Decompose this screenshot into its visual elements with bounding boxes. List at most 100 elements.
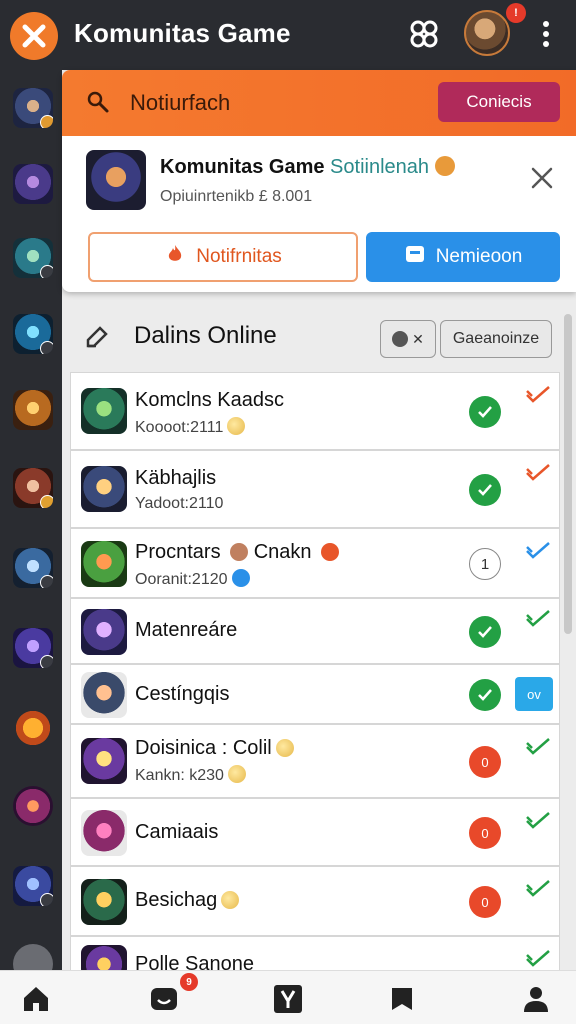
check-icon[interactable]: [525, 539, 551, 565]
connect-button[interactable]: Coniecis: [438, 82, 560, 122]
avatar-badge: !: [506, 3, 526, 23]
app-title: Komunitas Game: [74, 18, 291, 48]
offline-status-badge: 0: [469, 817, 501, 849]
user-icon: [392, 331, 409, 347]
list-item[interactable]: Komclns Kaadsc Koooot:2111: [70, 372, 560, 450]
medal-icon: [434, 156, 455, 176]
coin-icon: [227, 417, 246, 435]
offline-status-badge: 0: [469, 746, 501, 778]
notification-card-subtitle: Opiuinrtenikb £ 8.001: [160, 188, 313, 205]
row-sub: Ooranit:2120: [135, 569, 250, 589]
check-icon[interactable]: [525, 383, 551, 409]
verified-icon: [231, 569, 250, 587]
game-rail: [0, 70, 62, 984]
member-button[interactable]: Nemieoon: [366, 232, 560, 282]
row-name: Cestíngqis: [135, 683, 230, 705]
check-icon[interactable]: [525, 461, 551, 487]
scrollbar[interactable]: [564, 314, 572, 634]
rail-game-10[interactable]: [13, 786, 53, 826]
avatar[interactable]: [464, 10, 510, 56]
row-name: Procntars Cnakn: [135, 541, 340, 564]
game-icon[interactable]: [270, 981, 306, 1017]
app-root: Komunitas Game ! Notiurfach Coniecis Kom…: [0, 0, 576, 1024]
game-thumbnail: [81, 609, 127, 655]
game-thumbnail: [81, 541, 127, 587]
notifications-button[interactable]: Notifrnitas: [88, 232, 358, 282]
rail-game-9[interactable]: [13, 708, 53, 748]
rail-game-4[interactable]: [13, 314, 53, 354]
list-item[interactable]: Procntars Cnakn Ooranit:2120 1: [70, 528, 560, 598]
check-icon[interactable]: [525, 607, 551, 633]
close-icon[interactable]: [528, 164, 556, 192]
flame-icon: [164, 243, 186, 271]
list-item[interactable]: Doisinica : Colil Kankn: k230 0: [70, 724, 560, 798]
bottom-nav: 9: [0, 970, 576, 1024]
game-thumbnail: [81, 879, 127, 925]
toggle-button[interactable]: ✕: [380, 320, 436, 358]
notification-panel: Notiurfach Coniecis Komunitas Game Sotii…: [62, 70, 576, 292]
rail-game-11[interactable]: [13, 866, 53, 906]
check-icon[interactable]: [525, 809, 551, 835]
game-thumbnail: [81, 810, 127, 856]
action-chip[interactable]: ov: [515, 677, 553, 711]
row-name-text: Besichag: [135, 889, 218, 911]
home-icon[interactable]: [18, 981, 54, 1017]
row-name-extra: Cnakn: [253, 541, 312, 563]
coin-icon: [227, 765, 246, 783]
rail-game-3[interactable]: [13, 238, 53, 278]
more-vertical-icon[interactable]: [528, 16, 564, 52]
chat-box-icon: [404, 243, 426, 271]
row-sub: Yadoot:2110: [135, 495, 224, 512]
game-thumbnail: [81, 466, 127, 512]
notification-card-title-main: Komunitas Game: [160, 156, 325, 178]
check-icon[interactable]: [525, 735, 551, 761]
list-item[interactable]: Camiaais 0: [70, 798, 560, 866]
row-sub-text: Koooot:2111: [135, 419, 224, 436]
list-item[interactable]: Matenreáre: [70, 598, 560, 664]
row-name-text: Doisinica : Colil: [135, 737, 272, 759]
profile-icon[interactable]: [518, 981, 554, 1017]
rail-game-7[interactable]: [13, 548, 53, 588]
bookmark-icon[interactable]: [384, 981, 420, 1017]
online-status-icon: [469, 474, 501, 506]
list-item[interactable]: Cestíngqis ov: [70, 664, 560, 724]
top-bar: Komunitas Game !: [0, 0, 576, 70]
search-icon[interactable]: [86, 90, 110, 119]
chat-icon[interactable]: [146, 981, 182, 1017]
row-name: Matenreáre: [135, 619, 238, 641]
badge-icon: [230, 543, 249, 561]
game-thumbnail: [81, 738, 127, 784]
online-header: Dalins Online ✕ Gaeanoinze: [62, 300, 576, 368]
rail-game-5[interactable]: [13, 390, 53, 430]
toggle-button-label: ✕: [412, 330, 424, 347]
row-sub: Koooot:2111: [135, 417, 246, 437]
check-icon[interactable]: [525, 877, 551, 903]
row-sub: Kankn: k230: [135, 765, 246, 785]
chat-badge: 9: [180, 973, 198, 991]
row-name-text: Procntars: [135, 541, 221, 563]
count-badge: 1: [469, 548, 501, 580]
close-icon[interactable]: [10, 12, 58, 60]
row-name: Besichag: [135, 889, 240, 912]
rail-game-8[interactable]: [13, 628, 53, 668]
notifications-button-label: Notifrnitas: [196, 246, 282, 267]
rail-game-6[interactable]: [13, 468, 53, 508]
coin-icon: [221, 891, 240, 909]
edit-icon[interactable]: [84, 324, 110, 355]
offline-status-badge: 0: [469, 886, 501, 918]
notification-card-title: Komunitas Game Sotiinlenah: [160, 156, 455, 179]
rail-game-2[interactable]: [13, 164, 53, 204]
rail-game-1[interactable]: [13, 88, 53, 128]
badge-icon: [321, 543, 340, 561]
row-sub-text: Ooranit:2120: [135, 571, 228, 588]
notification-title: Notiurfach: [130, 90, 231, 115]
clover-icon[interactable]: [406, 16, 442, 52]
notification-header: Notiurfach Coniecis: [62, 70, 576, 136]
row-name: Komclns Kaadsc: [135, 389, 284, 411]
list-item[interactable]: Käbhajlis Yadoot:2110: [70, 450, 560, 528]
online-status-icon: [469, 616, 501, 648]
filter-button[interactable]: Gaeanoinze: [440, 320, 552, 358]
notification-game-thumbnail: [86, 150, 146, 210]
game-thumbnail: [81, 388, 127, 434]
list-item[interactable]: Besichag 0: [70, 866, 560, 936]
